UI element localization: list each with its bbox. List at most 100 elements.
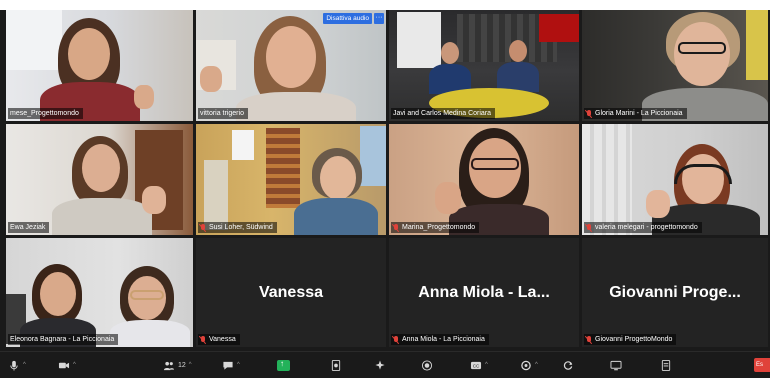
chat-icon <box>223 361 233 370</box>
mic-off-icon <box>200 335 206 344</box>
mic-off-icon <box>586 109 592 118</box>
participant-name-tag: Anna Miola - La Piccionaia <box>391 334 489 345</box>
chevron-up-icon[interactable]: ^ <box>189 362 192 368</box>
torso <box>294 198 378 235</box>
notes-button[interactable] <box>660 358 672 372</box>
video-feed <box>6 124 193 235</box>
face <box>674 22 730 86</box>
participant-name: Giovanni ProgettoMondo <box>595 336 673 343</box>
torso-right <box>110 320 190 347</box>
hand <box>435 182 461 214</box>
face-left <box>40 272 76 316</box>
video-tile-p11[interactable]: Anna Miola - La... Anna Miola - La Picci… <box>389 238 579 347</box>
record-icon <box>421 359 433 371</box>
mic-off-icon <box>586 223 592 232</box>
video-tile-p1[interactable]: mese_Progettomondo <box>6 10 193 121</box>
whiteboard-button[interactable] <box>421 358 433 372</box>
video-tile-p5[interactable]: Ewa Jeziak <box>6 124 193 235</box>
video-tile-p10[interactable]: Vanessa Vanessa <box>196 238 386 347</box>
mic-off-icon <box>393 223 399 232</box>
gallery-grid: mese_Progettomondo Disattiva audio ··· v… <box>6 10 768 347</box>
glasses <box>471 158 519 170</box>
apps-icon <box>521 360 531 370</box>
share-screen-icon <box>277 359 290 371</box>
video-feed <box>6 10 193 121</box>
blinds <box>582 124 632 235</box>
shelf <box>204 160 228 230</box>
window-light <box>6 10 62 70</box>
sparkle-icon <box>375 359 385 370</box>
end-meeting-button[interactable]: Es <box>754 358 770 372</box>
poster <box>232 130 254 160</box>
participant-display-name: Giovanni Proge... <box>609 283 741 301</box>
participant-name: Vanessa <box>209 336 236 343</box>
share-screen-button[interactable] <box>277 358 290 372</box>
participant-name-tag: Gloria Marini - La Piccionaia <box>584 108 687 119</box>
video-tile-p7[interactable]: Marina_Progettomondo <box>389 124 579 235</box>
participant-name: valeria melegari - progettomondo <box>595 224 698 231</box>
torso <box>52 198 152 235</box>
video-feed <box>582 10 768 121</box>
meeting-toolbar: ^ ^ 12 ^ ^ CC ^ <box>0 351 770 378</box>
switch-view-button[interactable] <box>562 358 574 372</box>
video-feed <box>196 124 386 235</box>
face-right <box>509 40 527 62</box>
mic-off-icon <box>393 335 399 344</box>
chevron-up-icon[interactable]: ^ <box>485 362 488 368</box>
whiteboard <box>397 12 441 68</box>
face <box>68 28 110 80</box>
video-button[interactable]: ^ <box>58 358 76 372</box>
video-tile-p6[interactable]: Susi Loher, Südwind <box>196 124 386 235</box>
notes-icon <box>661 359 671 371</box>
glasses <box>678 42 726 54</box>
face-left <box>441 42 459 64</box>
video-feed <box>389 10 579 121</box>
face <box>266 26 316 88</box>
poster <box>746 10 768 80</box>
participant-name: Marina_Progettomondo <box>402 224 476 231</box>
top-strip <box>0 0 770 10</box>
bookshelf <box>266 128 300 208</box>
participant-name-tag: Giovanni ProgettoMondo <box>584 334 677 345</box>
participant-name: Susi Loher, Südwind <box>209 224 273 231</box>
closed-captions-icon: CC <box>470 361 482 369</box>
record-button[interactable] <box>330 358 342 372</box>
video-tile-p2[interactable]: Disattiva audio ··· vittoria trigerio <box>196 10 386 121</box>
chat-button[interactable]: ^ <box>222 358 240 372</box>
tile-more-button[interactable]: ··· <box>374 13 384 24</box>
apps-button[interactable]: ^ <box>520 358 538 372</box>
participant-name: Anna Miola - La Piccionaia <box>402 336 485 343</box>
video-tile-p4[interactable]: Gloria Marini - La Piccionaia <box>582 10 768 121</box>
headset <box>674 164 732 184</box>
video-camera-icon <box>58 362 70 368</box>
chevron-up-icon[interactable]: ^ <box>535 362 538 368</box>
svg-text:CC: CC <box>473 363 480 368</box>
chevron-up-icon[interactable]: ^ <box>23 362 26 368</box>
participant-name-tag: Susi Loher, Südwind <box>198 222 277 233</box>
video-tile-p12[interactable]: Giovanni Proge... Giovanni ProgettoMondo <box>582 238 768 347</box>
face <box>82 144 120 192</box>
microphone-icon <box>10 360 18 371</box>
glasses <box>130 290 164 300</box>
participant-name-tag: mese_Progettomondo <box>8 108 83 119</box>
video-tile-p9[interactable]: Eleonora Bagnara - La Piccionaia <box>6 238 193 347</box>
hand <box>142 186 166 214</box>
video-tile-p3[interactable]: Javi and Carlos Medina Coriara <box>389 10 579 121</box>
disable-audio-button[interactable]: Disattiva audio <box>323 13 372 24</box>
participant-name: Eleonora Bagnara - La Piccionaia <box>10 336 115 343</box>
chevron-up-icon[interactable]: ^ <box>73 362 76 368</box>
participant-name-tag: valeria melegari - progettomondo <box>584 222 702 233</box>
view-button[interactable] <box>610 358 622 372</box>
video-feed <box>196 10 386 121</box>
reactions-button[interactable] <box>374 358 386 372</box>
mic-off-icon <box>200 223 206 232</box>
video-feed <box>582 124 768 235</box>
video-tile-p8[interactable]: valeria melegari - progettomondo <box>582 124 768 235</box>
participant-name-tag: Marina_Progettomondo <box>391 222 480 233</box>
chevron-up-icon[interactable]: ^ <box>237 362 240 368</box>
refresh-icon <box>563 360 573 370</box>
mute-button[interactable]: ^ <box>8 358 26 372</box>
participants-button[interactable]: 12 ^ <box>163 358 192 372</box>
red-banner <box>539 14 579 42</box>
captions-button[interactable]: CC ^ <box>470 358 488 372</box>
